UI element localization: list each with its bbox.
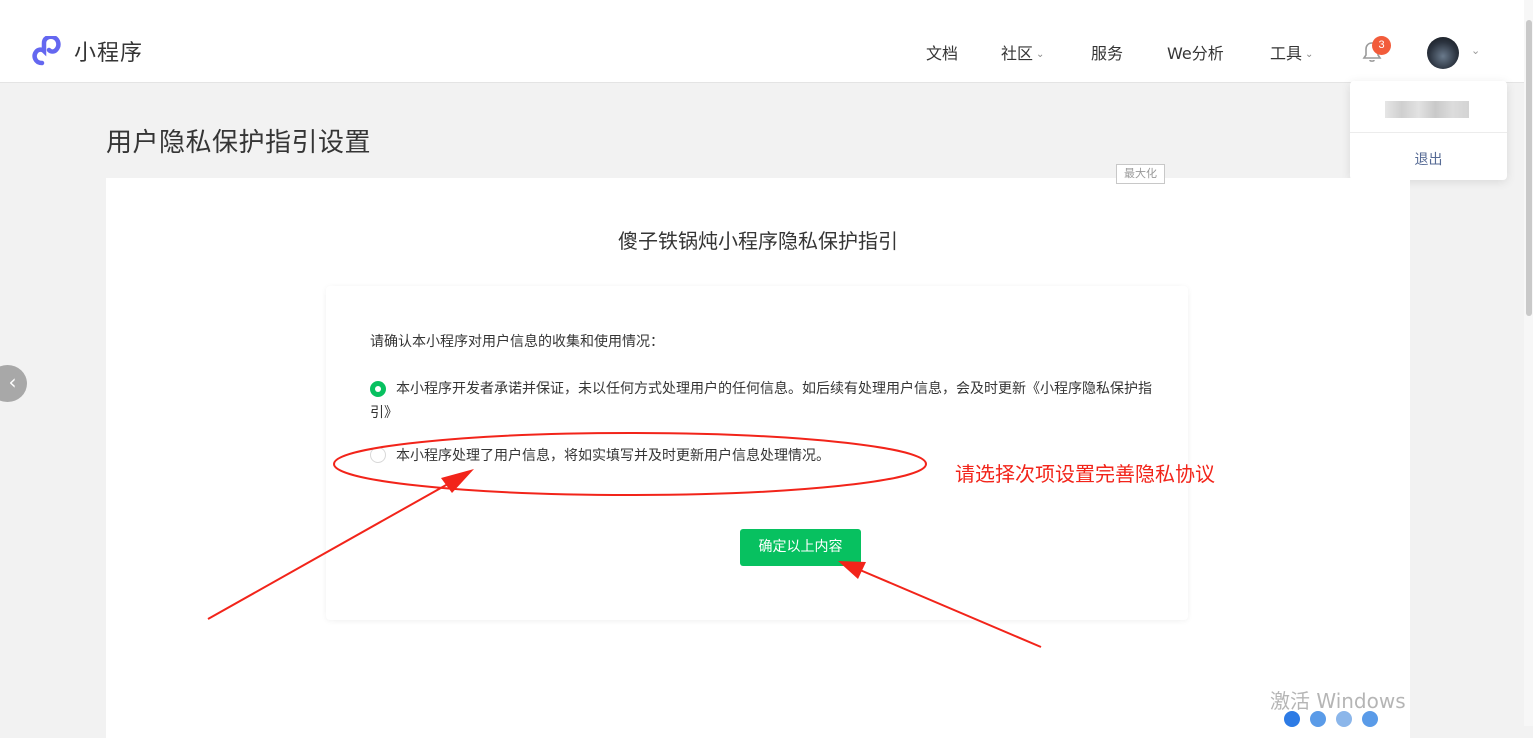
divider (1350, 132, 1507, 133)
nav-services-label: 服务 (1091, 44, 1124, 63)
nav-docs-label: 文档 (926, 44, 959, 63)
mini-program-logo-icon (32, 36, 61, 66)
tray-icon[interactable] (1336, 711, 1352, 727)
nav-community-label: 社区 (1001, 44, 1034, 63)
input-method-icon[interactable] (1284, 711, 1300, 727)
option-no-data-radio[interactable] (370, 381, 386, 397)
confirm-button[interactable]: 确定以上内容 (740, 529, 861, 566)
top-navigation-bar: 小程序 文档 社区 ⌄ 服务 We分析 工具 ⌄ 3 ⌄ (0, 0, 1533, 83)
logo[interactable]: 小程序 (32, 35, 143, 67)
maximize-button[interactable]: 最大化 (1116, 164, 1165, 184)
page-title: 用户隐私保护指引设置 (106, 128, 372, 158)
nav-tools[interactable]: 工具 ⌄ (1270, 40, 1313, 64)
system-tray (1284, 711, 1378, 727)
notification-badge: 3 (1372, 36, 1391, 55)
nav-community[interactable]: 社区 ⌄ (1001, 40, 1044, 64)
account-dropdown: 退出 (1350, 81, 1507, 180)
tray-icon[interactable] (1362, 711, 1378, 727)
nav-tools-label: 工具 (1270, 44, 1303, 63)
chevron-down-icon: ⌄ (1036, 49, 1045, 60)
nav-services[interactable]: 服务 (1091, 40, 1123, 64)
chevron-down-icon: ⌄ (1305, 49, 1314, 60)
chevron-left-icon[interactable]: ‹ (0, 365, 27, 402)
confirmation-intro: 请确认本小程序对用户信息的收集和使用情况： (370, 334, 664, 350)
scrollbar-thumb[interactable] (1526, 20, 1532, 316)
account-name-redacted (1385, 101, 1469, 118)
option-no-data-label-continued[interactable]: 引》 (370, 401, 398, 425)
nav-docs[interactable]: 文档 (926, 40, 958, 64)
windows-activation-watermark: 激活 Windows (1270, 690, 1406, 712)
nav-we-analytics-label: We分析 (1167, 44, 1224, 63)
app-name: 小程序 (74, 41, 144, 66)
nav-we-analytics[interactable]: We分析 (1167, 40, 1224, 64)
guide-title: 傻子铁锅炖小程序隐私保护指引 (618, 229, 898, 253)
avatar[interactable] (1427, 37, 1459, 69)
tray-icon[interactable] (1310, 711, 1326, 727)
logout-link[interactable]: 退出 (1350, 149, 1507, 169)
annotation-note: 请选择次项设置完善隐私协议 (955, 462, 1215, 486)
option-no-data-label[interactable]: 本小程序开发者承诺并保证，未以任何方式处理用户的任何信息。如后续有处理用户信息，… (396, 377, 1196, 401)
option-processes-data-radio[interactable] (370, 447, 386, 463)
option-processes-data-label[interactable]: 本小程序处理了用户信息，将如实填写并及时更新用户信息处理情况。 (396, 444, 830, 468)
chevron-down-icon[interactable]: ⌄ (1471, 44, 1480, 57)
watermark-line-1: 激活 Windows (1270, 689, 1406, 713)
